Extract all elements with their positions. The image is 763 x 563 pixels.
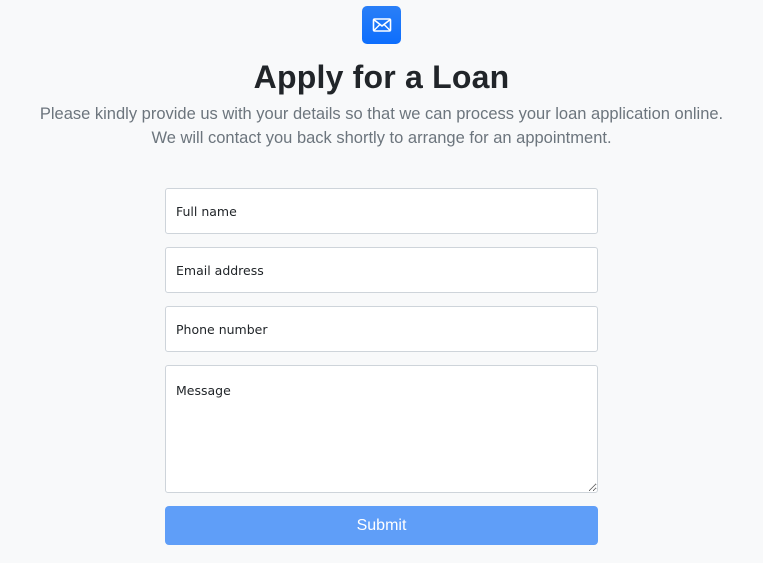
- message-textarea[interactable]: [165, 365, 598, 493]
- phone-input[interactable]: [165, 306, 598, 352]
- full-name-input[interactable]: [165, 188, 598, 234]
- page-title: Apply for a Loan: [253, 59, 510, 95]
- submit-button[interactable]: Submit: [165, 506, 598, 545]
- loan-application-form: Submit: [165, 188, 598, 545]
- description-line-1: Please kindly provide us with your detai…: [39, 105, 724, 123]
- description-line-2: We will contact you back shortly to arra…: [151, 128, 612, 147]
- envelope-icon: [362, 6, 401, 44]
- email-input[interactable]: [165, 247, 598, 293]
- page-description: Please kindly provide us with your detai…: [0, 103, 763, 150]
